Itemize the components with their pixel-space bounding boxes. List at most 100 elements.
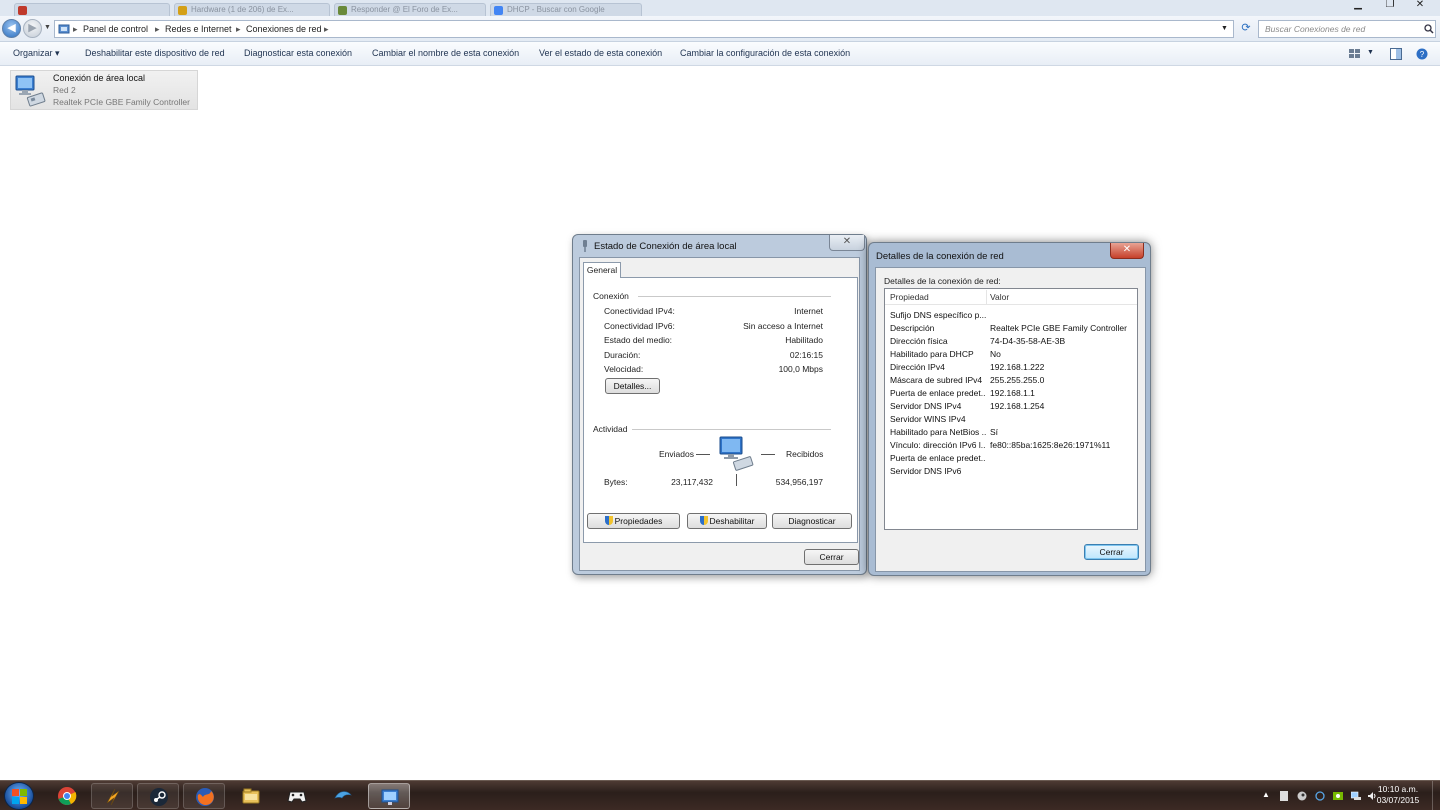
status-dialog-client: General Conexión Conectividad IPv4: Inte… <box>579 257 860 571</box>
refresh-icon[interactable]: ⟳ <box>1238 21 1254 37</box>
network-tray-icon[interactable] <box>1351 791 1361 801</box>
browser-tab[interactable]: DHCP - Buscar con Google <box>490 3 642 16</box>
media-state-value: Habilitado <box>785 335 823 345</box>
breadcrumb-redes-e-internet[interactable]: Redes e Internet <box>165 24 232 34</box>
ipv4-connectivity-value: Internet <box>794 306 823 316</box>
connection-item[interactable]: Conexión de área local Red 2 Realtek PCI… <box>10 70 198 110</box>
start-button[interactable] <box>4 782 34 810</box>
close-window-button[interactable]: ✕ <box>1408 0 1432 12</box>
taskbar-steam[interactable] <box>137 783 179 809</box>
tray-app-icon[interactable] <box>1279 791 1289 801</box>
taskbar-chrome[interactable] <box>46 783 88 809</box>
column-separator[interactable] <box>986 290 987 304</box>
bytes-received-value: 534,956,197 <box>775 477 823 487</box>
view-status-command[interactable]: Ver el estado de esta conexión <box>539 48 662 58</box>
back-button[interactable]: ◀ <box>2 19 21 38</box>
address-bar: ◀ ▶ ▼ ▸ Panel de control ▸ Redes e Inter… <box>0 16 1440 42</box>
table-row[interactable]: Máscara de subred IPv4 255.255.255.0 <box>885 374 1137 387</box>
column-header-property[interactable]: Propiedad <box>890 292 929 302</box>
help-icon[interactable]: ? <box>1416 48 1428 60</box>
forward-button[interactable]: ▶ <box>23 19 42 38</box>
group-divider <box>632 429 831 430</box>
view-options-dropdown-icon[interactable]: ▼ <box>1367 49 1374 56</box>
details-close-button[interactable]: Cerrar <box>1084 544 1139 560</box>
show-hidden-icons-chevron-icon[interactable]: ▲ <box>1262 790 1272 800</box>
organize-menu[interactable]: Organizar ▾ <box>13 48 60 59</box>
disable-device-command[interactable]: Deshabilitar este dispositivo de red <box>85 48 225 58</box>
search-input[interactable]: Buscar Conexiones de red <box>1258 20 1436 38</box>
table-row[interactable]: Habilitado para NetBios ... Sí <box>885 426 1137 439</box>
change-settings-command[interactable]: Cambiar la configuración de esta conexió… <box>680 48 850 58</box>
table-row[interactable]: Puerta de enlace predet... 192.168.1.1 <box>885 387 1137 400</box>
row-property: Sufijo DNS específico p... <box>890 310 986 320</box>
tab-favicon-icon <box>178 6 187 15</box>
connection-adapter: Realtek PCIe GBE Family Controller <box>53 97 190 107</box>
received-label: Recibidos <box>786 449 824 459</box>
browser-tab[interactable]: Responder @ El Foro de Ex... <box>334 3 486 16</box>
table-row[interactable]: Dirección IPv4 192.168.1.222 <box>885 361 1137 374</box>
table-row[interactable]: Sufijo DNS específico p... <box>885 309 1137 322</box>
show-desktop-button[interactable] <box>1432 781 1440 810</box>
view-options-icon[interactable] <box>1349 49 1361 59</box>
breadcrumb-conexiones-de-red[interactable]: Conexiones de red <box>246 24 322 34</box>
table-row[interactable]: Servidor WINS IPv4 <box>885 413 1137 426</box>
recent-pages-chevron-icon[interactable]: ▼ <box>44 24 51 31</box>
browser-tab[interactable]: Hardware (1 de 206) de Ex... <box>174 3 330 16</box>
taskbar-network-connections[interactable] <box>368 783 410 809</box>
tray-steam-icon[interactable] <box>1297 791 1307 801</box>
media-state-label: Estado del medio: <box>604 335 673 345</box>
details-dialog-close-x-button[interactable]: ✕ <box>1110 243 1144 259</box>
taskbar-clock[interactable]: 10:10 a.m. 03/07/2015 <box>1368 784 1428 806</box>
diagnose-button[interactable]: Diagnosticar <box>772 513 852 529</box>
table-row[interactable]: Dirección física 74-D4-35-58-AE-3B <box>885 335 1137 348</box>
status-dialog-close-x-button[interactable]: ✕ <box>829 235 865 251</box>
taskbar-firefox[interactable] <box>183 783 225 809</box>
tab-general[interactable]: General <box>583 262 621 278</box>
table-row[interactable]: Servidor DNS IPv4 192.168.1.254 <box>885 400 1137 413</box>
taskbar-explorer[interactable] <box>230 783 272 809</box>
row-property: Dirección física <box>890 336 948 346</box>
address-dropdown-icon[interactable]: ▼ <box>1221 25 1228 32</box>
search-icon[interactable] <box>1424 24 1434 34</box>
ipv4-connectivity-label: Conectividad IPv4: <box>604 306 675 316</box>
row-property: Descripción <box>890 323 935 333</box>
details-list-header: Propiedad Valor <box>885 289 1137 305</box>
diagnose-connection-command[interactable]: Diagnosticar esta conexión <box>244 48 352 58</box>
table-row[interactable]: Vínculo: dirección IPv6 l... fe80::85ba:1… <box>885 439 1137 452</box>
table-row[interactable]: Habilitado para DHCP No <box>885 348 1137 361</box>
row-value: 192.168.1.222 <box>990 362 1045 372</box>
properties-button[interactable]: Propiedades <box>587 513 680 529</box>
rename-connection-command[interactable]: Cambiar el nombre de esta conexión <box>372 48 519 58</box>
tray-sync-icon[interactable] <box>1315 791 1325 801</box>
details-dialog-titlebar: Detalles de la conexión de red ✕ <box>869 243 1150 265</box>
details-button[interactable]: Detalles... <box>605 378 660 394</box>
preview-pane-icon[interactable] <box>1390 48 1402 60</box>
taskbar-dolphin[interactable] <box>322 783 364 809</box>
taskbar-game[interactable] <box>276 783 318 809</box>
nvidia-icon[interactable] <box>1333 791 1343 801</box>
details-list[interactable]: Propiedad Valor Sufijo DNS específico p.… <box>884 288 1138 530</box>
maximize-button[interactable]: ❐ <box>1378 0 1402 12</box>
tab-title: DHCP - Buscar con Google <box>507 5 605 14</box>
column-header-value[interactable]: Valor <box>990 292 1009 302</box>
address-field[interactable]: ▸ Panel de control ▸ Redes e Internet ▸ … <box>54 20 1234 38</box>
row-value: 192.168.1.1 <box>990 388 1035 398</box>
row-value: 74-D4-35-58-AE-3B <box>990 336 1066 346</box>
table-row[interactable]: Descripción Realtek PCIe GBE Family Contr… <box>885 322 1137 335</box>
disable-button[interactable]: Deshabilitar <box>687 513 767 529</box>
table-row[interactable]: Puerta de enlace predet... <box>885 452 1137 465</box>
row-value: No <box>990 349 1001 359</box>
winamp-icon <box>106 788 120 806</box>
details-subtitle: Detalles de la conexión de red: <box>884 276 1001 286</box>
status-close-button[interactable]: Cerrar <box>804 549 859 565</box>
breadcrumb-panel-de-control[interactable]: Panel de control <box>83 24 148 34</box>
row-property: Habilitado para NetBios ... <box>890 427 986 437</box>
taskbar-winamp[interactable] <box>91 783 133 809</box>
tab-favicon-icon <box>494 6 503 15</box>
table-row[interactable]: Servidor DNS IPv6 <box>885 465 1137 478</box>
clock-date: 03/07/2015 <box>1376 795 1420 805</box>
minimize-button[interactable]: ▁ <box>1346 0 1370 12</box>
browser-tab[interactable] <box>14 3 170 16</box>
duration-value: 02:16:15 <box>789 350 823 360</box>
tab-favicon-icon <box>18 6 27 15</box>
